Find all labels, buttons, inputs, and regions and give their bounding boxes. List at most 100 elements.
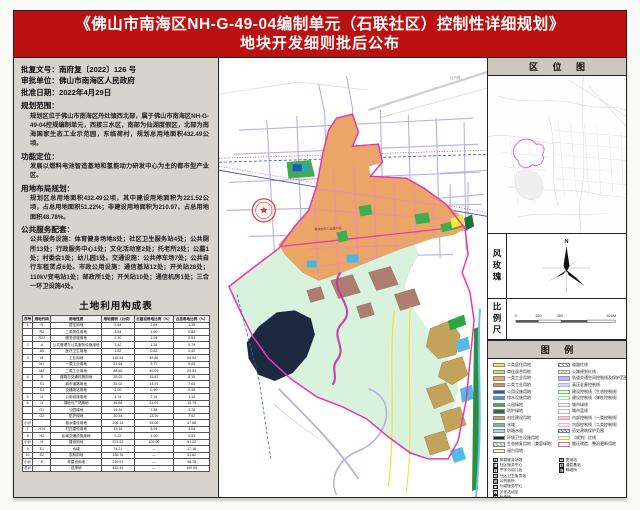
approval-info-line: 批复文号：南府复〔2022〕126 号 <box>21 64 211 75</box>
legend-icon-column-left: 体 体育健身场地 社 社区服务中心 学 中学与幼儿园 <box>493 457 556 497</box>
legend-swatch <box>493 403 505 407</box>
facility-icon: 邮 <box>559 468 564 473</box>
legend-item: 公路规划红线 <box>558 369 626 376</box>
wind-rose-section: 风玫瑰 N <box>488 234 626 299</box>
info-section: 公共服务配套： 公共服务设施：体育健身场地8处；社区卫生服务站4处；公共厕所13… <box>21 224 211 291</box>
wind-rose-label: 风玫瑰 <box>488 234 507 298</box>
planning-map: 桂丹路 <box>219 58 487 497</box>
legend-swatch <box>558 442 570 446</box>
legend-swatch <box>493 449 505 453</box>
sidebar: 区 位 图 <box>487 58 626 497</box>
legend-swatch <box>558 416 570 420</box>
legend-label: 坑塘水面 <box>507 428 523 434</box>
legend-swatch <box>558 383 570 387</box>
info-section: 规划范围： 规划区位于佛山市南海区丹灶镇西北部，属于佛山市南海区NH-G-49-… <box>21 100 211 149</box>
legend-item: 一类工业用地 <box>493 375 555 382</box>
legend-item: 公园绿地 <box>493 402 555 409</box>
legend-item: 留白用地 <box>493 448 555 455</box>
legend-icon-column-right: 变 变电站 通 通信基站 邮 邮政所 <box>559 457 622 497</box>
highway-label: 桂丹路 <box>450 75 461 80</box>
facility-icon: 体 <box>493 458 498 463</box>
legend-item: 道路红线 <box>558 362 626 369</box>
wind-rose: N <box>507 234 626 298</box>
scale-label: 比例尺 <box>488 299 507 339</box>
legend-label: 内部控制线（一类控制线） <box>572 415 620 421</box>
section-body: 公共服务设施：体育健身场地8处；社区卫生服务站4处；公共厕所13处；行政服务中心… <box>30 235 209 291</box>
info-section: 用地布局规划： 规划区总用地面积432.49公顷，其中建设用地面积为221.52… <box>21 183 211 222</box>
scale-bar: 0 150 300 600M <box>507 299 626 339</box>
legend-label: 内部控制线（二类控制线） <box>572 422 620 428</box>
legend-swatch <box>493 390 505 394</box>
wind-rose-star <box>547 246 585 286</box>
legend-swatch <box>493 396 505 400</box>
legend-item: （规划）红线 <box>558 435 626 442</box>
facility-icon: 卫 <box>493 474 498 479</box>
legend-label: 排水设施用地 <box>507 395 531 401</box>
approval-info-line: 批准日期：2022年4月29日 <box>21 87 211 98</box>
land-table-body: 1 R 居住用地 5.84 2.64 1.35 R2 二类居住用地 3. <box>22 322 209 472</box>
legend-swatch <box>558 436 570 440</box>
legend-swatch <box>558 376 570 380</box>
legend-icon-label: 中学与幼儿园 <box>500 468 523 473</box>
legend-label: 高压走廊控制线 <box>572 382 600 388</box>
legend-item: 公用设施用地 <box>493 388 555 395</box>
legend-label: 轨道交通空间控制线及保护范围 <box>572 375 626 381</box>
info-panel: 批复文号：南府复〔2022〕126 号 审批单位：佛山市南海区人民政府 批准日期… <box>14 58 219 497</box>
facility-icon: 托 <box>493 495 498 497</box>
land-table-title: 土地利用构成表 <box>21 298 211 312</box>
legend-item: 防护绿地 <box>493 408 555 415</box>
section-heading: 公共服务配套： <box>21 224 211 235</box>
legend-label: 一类工业用地 <box>507 375 531 381</box>
legend-item: 轨道交通空间控制线及保护范围 <box>558 375 626 382</box>
legend-swatch <box>493 383 505 387</box>
facility-icon: 行 <box>493 485 498 490</box>
legend-icon-label: 社区服务中心 <box>500 463 523 468</box>
facility-icon: 厕 <box>493 479 498 484</box>
page-title-line1: 《佛山市南海区NH-G-49-04编制单元（石联社区）控制性详细规划》 <box>75 15 564 34</box>
legend-label: （规划）红线 <box>572 435 596 441</box>
legend-icon-label: 公共厕所 <box>500 479 515 484</box>
land-use-table: 序号用地代码用地性质用地面积（公顷）占建设用地比例（%）占总用地比例（%） 1 … <box>22 315 210 472</box>
legend-icon-item: 托 托老所 <box>493 495 556 497</box>
legend-swatch <box>493 429 505 433</box>
scale-tick: 600M <box>607 313 617 318</box>
north-label: N <box>565 239 569 245</box>
legend-swatch <box>493 416 505 420</box>
legend-area-column: 二类居住用地 商住混合用地 一类工业用地 <box>493 362 555 454</box>
legend-swatch <box>493 423 505 427</box>
legend-icon-label: 托老所 <box>500 495 511 497</box>
facility-icon: 学 <box>493 468 498 473</box>
legend-item: 搬迁改造、整治更新用地 <box>558 441 626 448</box>
legend-swatch <box>493 409 505 413</box>
legend-item: 二类居住用地 <box>493 362 555 369</box>
facility-icon: 文 <box>493 490 498 495</box>
legend-label: 二类居住用地 <box>507 362 531 368</box>
legend-item: 生态修复用地（兼容绿地） <box>493 441 555 448</box>
legend-swatch <box>558 423 570 427</box>
legend-swatch <box>493 436 505 440</box>
section-body: 规划区位于佛山市南海区丹灶镇西北部，属于佛山市南海区NH-G-49-04控规编制… <box>30 112 209 149</box>
legend-label: 建设控制线（生态控制线） <box>572 389 620 395</box>
approval-seal <box>252 199 275 222</box>
legend-label: 公用设施用地 <box>507 389 531 395</box>
approval-info-line: 审批单位：佛山市南海区人民政府 <box>21 75 211 86</box>
legend-label: 城市蓝线 <box>572 408 588 414</box>
legend-swatch <box>558 409 570 413</box>
scale-section: 比例尺 0 150 300 600M <box>488 299 626 340</box>
legend-label: 城市绿线 <box>572 402 588 408</box>
section-heading: 功能定位： <box>21 151 211 162</box>
legend-item: 内部控制线（二类控制线） <box>558 421 626 428</box>
legend-item: 建设控制线（生态控制线） <box>558 388 626 395</box>
scale-tick: 0 <box>515 313 517 318</box>
section-body: 规划区总用地面积432.49公顷，其中建设用地面积为221.52公顷，占总用地面… <box>30 194 209 222</box>
legend-swatch <box>558 370 570 374</box>
legend-line-column: 道路红线 公路规划红线 轨道交通空间控制线及保护范围 <box>558 362 626 454</box>
legend-icon-label: 变电站 <box>566 458 577 463</box>
legend-swatch <box>493 363 505 367</box>
legend-label: 村庄建设用地 <box>507 415 531 421</box>
scale-tick: 300 <box>557 313 563 318</box>
legend-label: 历史建筑保护范围 <box>572 428 604 434</box>
section-heading: 用地布局规划： <box>21 183 211 194</box>
legend-label: 水域 <box>507 422 515 428</box>
legend-item: 商住混合用地 <box>493 369 555 376</box>
